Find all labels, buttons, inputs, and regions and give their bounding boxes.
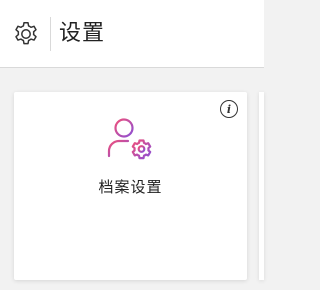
header-divider bbox=[50, 17, 51, 51]
user-settings-icon bbox=[107, 118, 152, 160]
next-card-edge[interactable] bbox=[259, 92, 264, 280]
info-icon[interactable]: i bbox=[220, 100, 238, 118]
gear-icon bbox=[12, 20, 40, 48]
page-title: 设置 bbox=[59, 21, 106, 46]
page-header: 设置 bbox=[0, 0, 264, 68]
profile-settings-card[interactable]: i 档案设置 bbox=[14, 92, 247, 280]
card-label: 档案设置 bbox=[98, 178, 163, 196]
